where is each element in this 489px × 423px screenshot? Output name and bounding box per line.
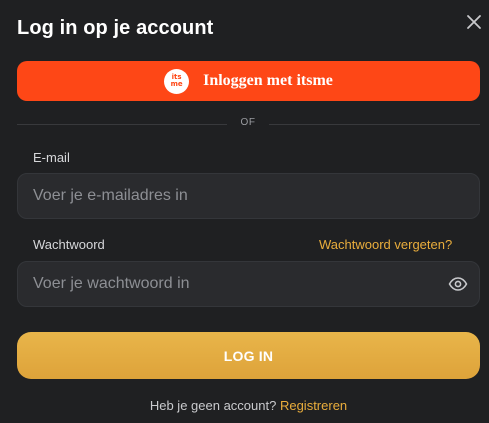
signup-prompt: Heb je geen account? Registreren <box>0 398 489 413</box>
password-label: Wachtwoord <box>33 237 105 252</box>
login-dialog: Log in op je account its me Inloggen met… <box>0 0 489 423</box>
eye-icon[interactable] <box>448 276 468 292</box>
password-field-box <box>17 261 480 307</box>
itsme-login-button[interactable]: its me Inloggen met itsme <box>17 61 480 101</box>
register-link[interactable]: Registreren <box>280 398 347 413</box>
forgot-password-link[interactable]: Wachtwoord vergeten? <box>319 237 452 252</box>
email-label: E-mail <box>33 150 70 165</box>
divider-line-left <box>17 124 227 125</box>
itsme-button-label: Inloggen met itsme <box>203 72 333 89</box>
password-field[interactable] <box>33 262 433 306</box>
email-field[interactable] <box>33 174 433 218</box>
email-field-box <box>17 173 480 219</box>
itsme-logo-icon: its me <box>164 68 190 94</box>
divider-line-right <box>269 124 480 125</box>
or-divider: OF <box>17 116 480 132</box>
dialog-title: Log in op je account <box>17 17 214 39</box>
divider-label: OF <box>240 117 256 128</box>
close-icon[interactable] <box>465 13 483 31</box>
signup-prompt-text: Heb je geen account? <box>149 398 277 413</box>
login-button[interactable]: LOG IN <box>17 332 480 379</box>
